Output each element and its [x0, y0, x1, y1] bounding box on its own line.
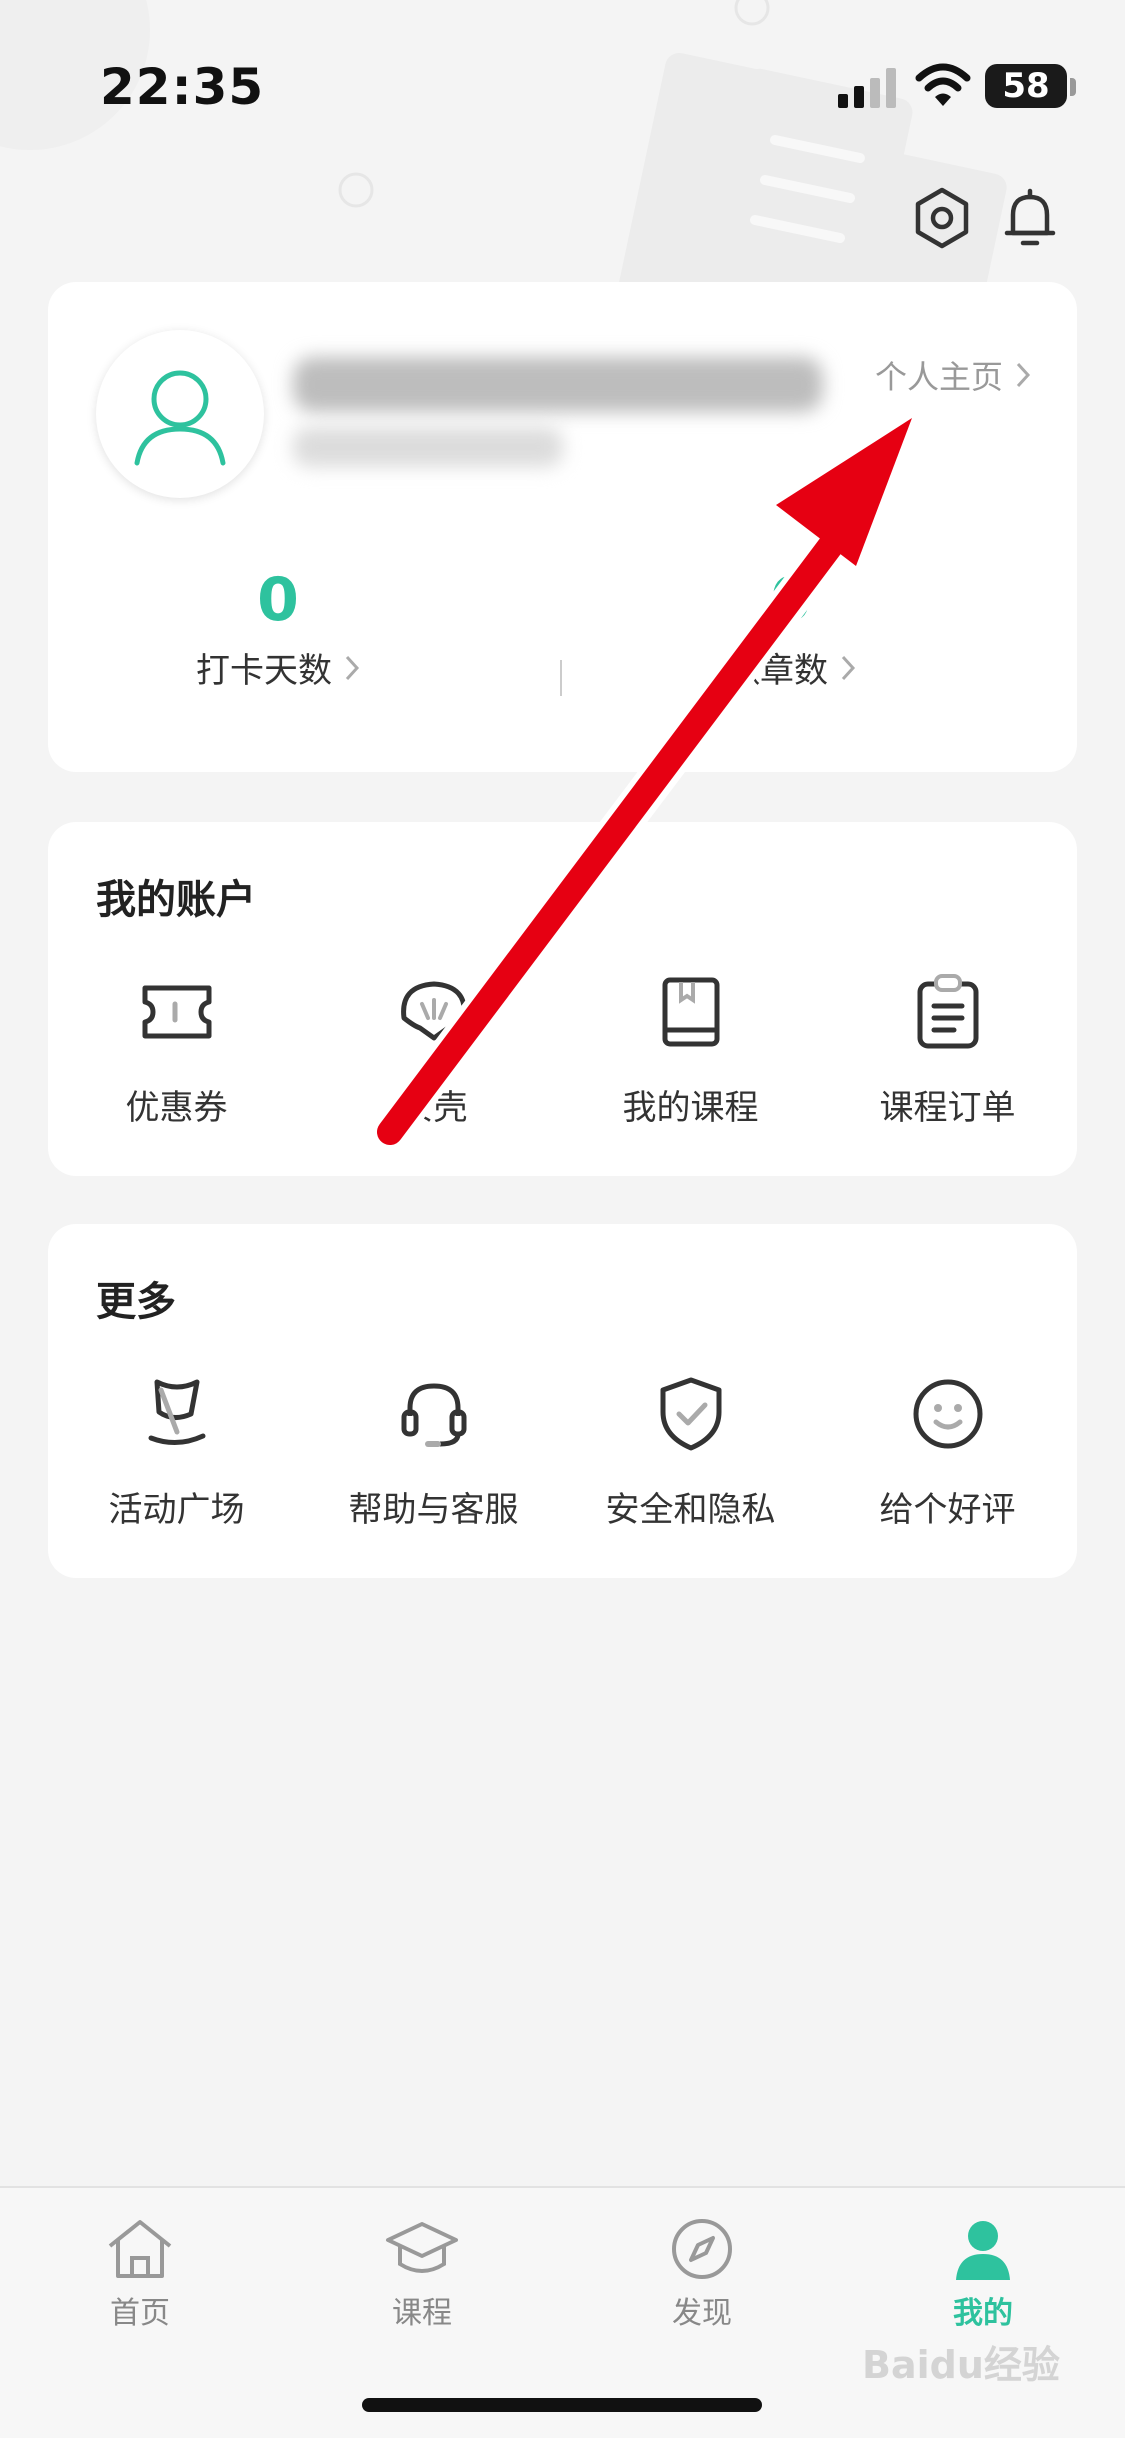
- course-orders-label: 课程订单: [879, 1088, 1016, 1128]
- compass-icon: [672, 2219, 732, 2279]
- smile-icon: [913, 1379, 982, 1449]
- status-time: 22:35: [100, 58, 265, 116]
- status-bar: 22:35 58: [0, 0, 1125, 170]
- activity-square-label: 活动广场: [108, 1490, 245, 1530]
- tab-courses-label: 课程: [392, 2296, 452, 2331]
- my-courses-label: 我的课程: [622, 1088, 759, 1128]
- chevron-right-icon: [1016, 362, 1031, 388]
- notification-bell-icon[interactable]: [995, 183, 1065, 253]
- coupon-item[interactable]: 优惠券: [48, 972, 305, 1129]
- stats-divider: [560, 660, 562, 696]
- tab-courses[interactable]: 课程: [322, 2216, 522, 2332]
- graduation-cap-icon: [386, 2222, 458, 2273]
- settings-icon[interactable]: [907, 183, 977, 253]
- chevron-right-icon: [345, 655, 360, 680]
- shell-icon: [400, 981, 467, 1041]
- cellular-signal-icon: [838, 68, 896, 108]
- checkin-days-stat[interactable]: 0 打卡天数: [128, 567, 428, 692]
- course-orders-item[interactable]: 课程订单: [819, 972, 1076, 1129]
- username-blurred: [293, 357, 823, 412]
- shell-item[interactable]: 贝壳: [305, 972, 562, 1129]
- badges-stat[interactable]: 0 徽章数: [641, 567, 941, 692]
- my-account-title: 我的账户: [96, 877, 256, 923]
- help-support-item[interactable]: 帮助与客服: [305, 1374, 562, 1531]
- coupon-label: 优惠券: [125, 1088, 228, 1128]
- shield-icon: [660, 1377, 721, 1451]
- flag-icon: [148, 1379, 205, 1445]
- help-support-label: 帮助与客服: [348, 1490, 519, 1530]
- home-icon: [108, 2220, 172, 2278]
- clipboard-icon: [917, 974, 978, 1049]
- tab-mine-label: 我的: [953, 2296, 1013, 2331]
- tab-discover-label: 发现: [672, 2296, 732, 2331]
- tab-discover[interactable]: 发现: [602, 2216, 802, 2332]
- tab-mine[interactable]: 我的: [883, 2216, 1083, 2332]
- headset-icon: [401, 1383, 466, 1447]
- checkin-days-value: 0: [257, 565, 299, 635]
- security-privacy-label: 安全和隐私: [605, 1490, 776, 1530]
- tab-home-label: 首页: [110, 2296, 170, 2331]
- default-avatar-icon: [134, 370, 226, 466]
- more-card: 更多 活动广场 帮助与客服 安全和隐私 给个好评: [48, 1224, 1077, 1578]
- avatar[interactable]: [96, 330, 264, 498]
- battery-tip: [1070, 78, 1076, 96]
- activity-square-item[interactable]: 活动广场: [48, 1374, 305, 1531]
- shell-label: 贝壳: [399, 1088, 468, 1128]
- home-indicator: [362, 2398, 762, 2412]
- badges-label: 徽章数: [726, 651, 828, 691]
- personal-homepage-link[interactable]: 个人主页: [875, 352, 1031, 398]
- tab-home[interactable]: 首页: [40, 2216, 240, 2332]
- wifi-icon: [915, 63, 971, 106]
- checkin-days-label: 打卡天数: [196, 651, 332, 691]
- user-icon: [956, 2221, 1010, 2280]
- profile-card: 个人主页 0 打卡天数 0 徽章数: [48, 282, 1077, 772]
- my-account-card: 我的账户 优惠券 贝壳 我的课程 课程订单: [48, 822, 1077, 1176]
- user-subtitle-blurred: [293, 427, 563, 467]
- battery-level: 58: [985, 64, 1067, 108]
- chevron-right-icon: [841, 655, 856, 680]
- book-icon: [662, 977, 719, 1047]
- baidu-watermark: Baidu经验: [862, 2343, 1060, 2387]
- my-courses-item[interactable]: 我的课程: [562, 972, 819, 1129]
- rate-us-label: 给个好评: [879, 1490, 1016, 1530]
- badges-value: 0: [770, 565, 812, 635]
- rate-us-item[interactable]: 给个好评: [819, 1374, 1076, 1531]
- security-privacy-item[interactable]: 安全和隐私: [562, 1374, 819, 1531]
- personal-homepage-label: 个人主页: [874, 358, 1003, 396]
- more-title: 更多: [96, 1279, 176, 1325]
- coupon-icon: [142, 985, 211, 1039]
